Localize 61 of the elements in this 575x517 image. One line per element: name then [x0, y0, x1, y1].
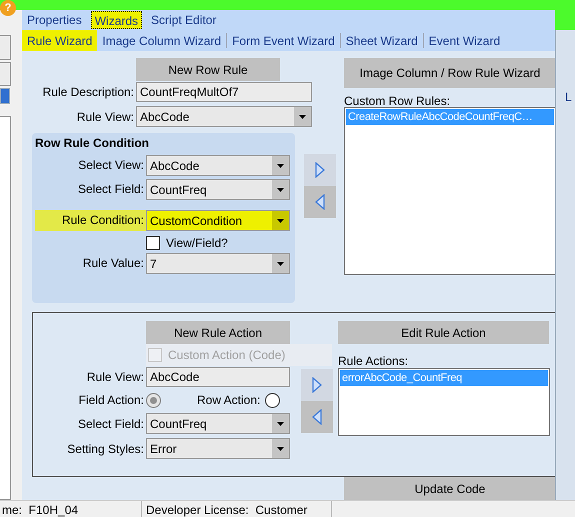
radio-label: Row Action: [197, 392, 260, 409]
dropdown[interactable]: CustomCondition [146, 210, 290, 231]
tab[interactable]: Wizards [90, 11, 142, 29]
caret-icon [277, 262, 284, 266]
dropdown[interactable]: AbcCode [146, 155, 290, 176]
radio-label: Field Action: [78, 392, 145, 409]
field-label: Rule Value: [82, 255, 145, 272]
edge-text: L [565, 90, 572, 104]
new-row-rule-button[interactable]: New Row Rule [136, 58, 280, 81]
status-text: Developer License: Customer [142, 501, 332, 517]
section-title: Row Rule Condition [35, 135, 150, 152]
update-code-button[interactable]: Update Code [344, 477, 556, 500]
dropdown[interactable]: CountFreq [146, 413, 290, 434]
status-text: me: F10H_04 [0, 501, 142, 517]
checkbox-label: View/Field? [166, 235, 228, 252]
caret-icon [277, 446, 284, 450]
dropdown[interactable]: AbcCode [136, 106, 312, 127]
tab[interactable]: Script Editor [148, 11, 220, 29]
tab[interactable]: Sheet Wizard [340, 30, 423, 51]
list-label: Custom Row Rules: [344, 93, 452, 107]
radio-button[interactable] [265, 392, 280, 408]
field-label: Rule Condition: [35, 210, 146, 231]
new-rule-action-button[interactable]: New Rule Action [146, 321, 290, 344]
field-label: Rule View: [86, 369, 145, 386]
checkbox-label: Custom Action (Code) [168, 347, 286, 364]
triangle-right-icon [312, 377, 322, 393]
side-button[interactable] [0, 62, 11, 86]
side-button[interactable] [0, 35, 11, 60]
side-button[interactable] [0, 88, 10, 104]
move-right-button[interactable] [301, 369, 333, 401]
triangle-left-icon [312, 409, 322, 425]
checkbox[interactable] [146, 236, 160, 250]
move-left-button[interactable] [304, 186, 336, 218]
text-field[interactable]: AbcCode [146, 367, 290, 387]
field-label: Rule View: [76, 108, 135, 126]
move-left-button[interactable] [301, 401, 333, 433]
edit-rule-action-button[interactable]: Edit Rule Action [338, 321, 549, 344]
wizard-button[interactable]: Image Column / Row Rule Wizard [344, 58, 556, 88]
field-label: Select View: [77, 157, 145, 174]
dropdown[interactable]: CountFreq [146, 179, 290, 200]
text-field[interactable]: CountFreqMultOf7 [136, 82, 312, 102]
field-label: Rule Description: [42, 84, 135, 101]
tab[interactable]: Properties [24, 11, 85, 29]
tab[interactable]: Image Column Wizard [97, 30, 226, 51]
field-label: Select Field: [76, 416, 145, 432]
move-right-button[interactable] [304, 154, 336, 186]
list-label: Rule Actions: [338, 353, 410, 368]
triangle-right-icon [315, 162, 325, 178]
dropdown[interactable]: Error [146, 438, 290, 459]
field-label: Setting Styles: [66, 440, 145, 458]
triangle-left-icon [315, 194, 325, 210]
tab[interactable]: Form Event Wizard [227, 30, 340, 51]
caret-icon [277, 218, 284, 222]
tab[interactable]: Event Wizard [424, 30, 506, 51]
dropdown[interactable]: 7 [146, 253, 290, 274]
caret-icon [299, 114, 306, 118]
tab[interactable]: Rule Wizard [22, 30, 98, 51]
caret-icon [277, 188, 284, 192]
field-label: Select Field: [76, 181, 145, 198]
caret-icon [277, 422, 284, 426]
caret-icon [277, 164, 284, 168]
